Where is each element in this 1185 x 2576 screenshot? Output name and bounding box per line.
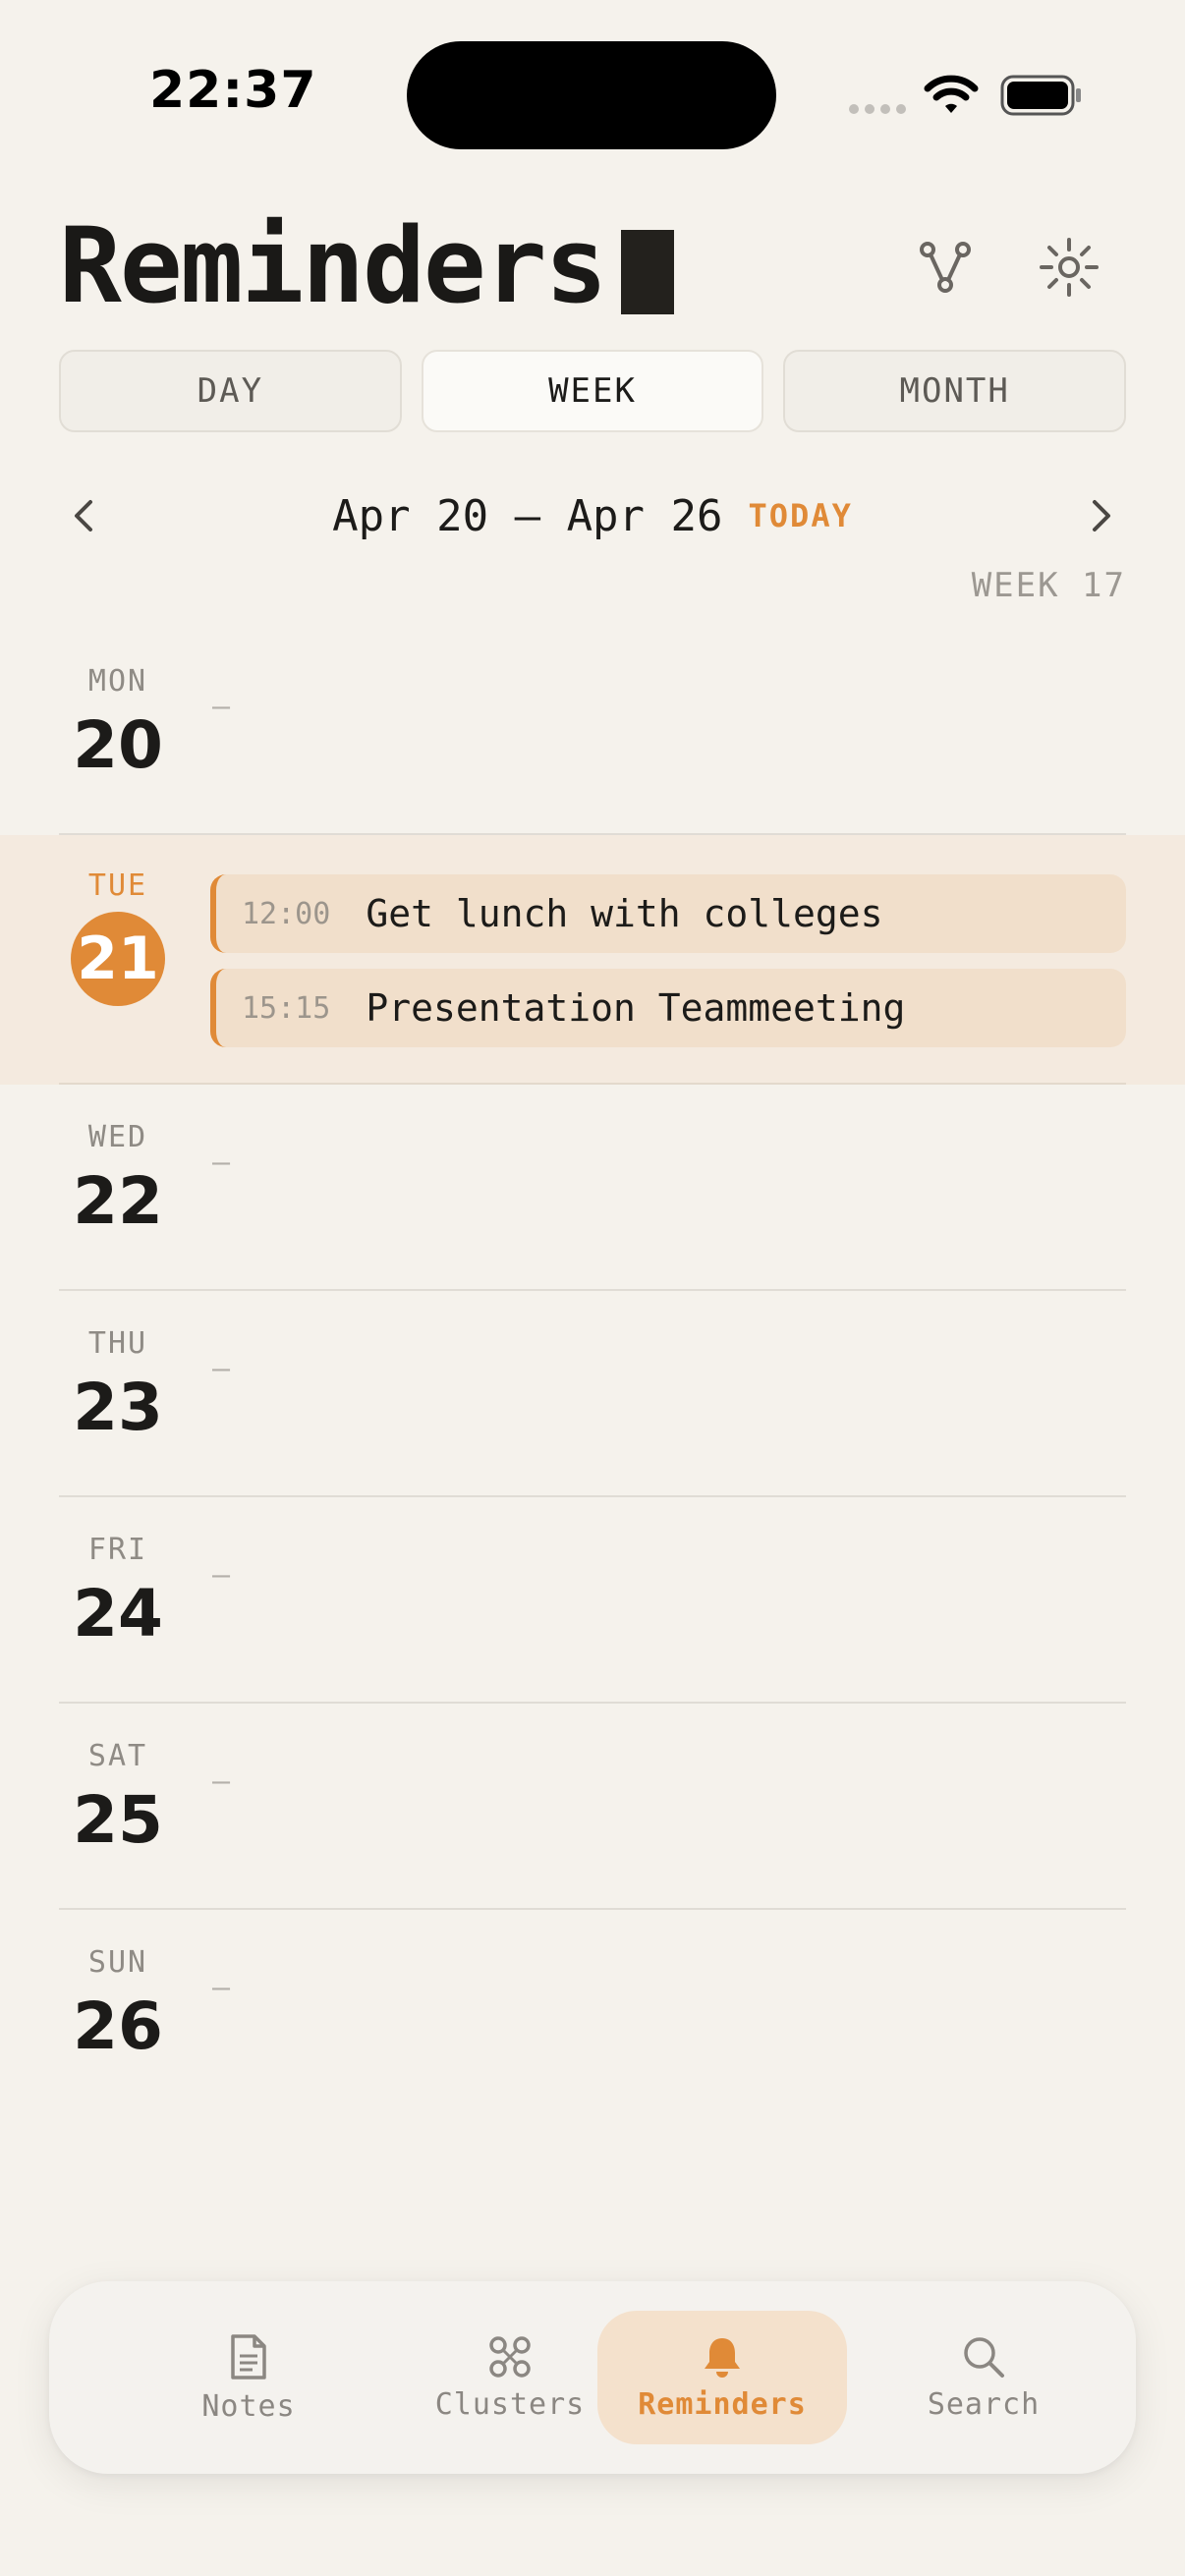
day-row-wed[interactable]: WED 22 —: [0, 1085, 1185, 1291]
settings-button[interactable]: [1030, 228, 1108, 307]
view-segmented-control: DAY WEEK MONTH: [59, 350, 1127, 432]
tab-search[interactable]: Search: [859, 2311, 1108, 2444]
day-name: WED: [87, 1120, 148, 1154]
day-row-sat[interactable]: SAT 25 —: [0, 1704, 1185, 1910]
day-row-fri[interactable]: FRI 24 —: [0, 1497, 1185, 1704]
empty-day-marker: —: [212, 1558, 231, 1593]
cellular-signal-icon: [849, 104, 906, 114]
tab-label: Search: [927, 2386, 1041, 2422]
wifi-icon: [924, 75, 979, 113]
day-number: 22: [73, 1163, 163, 1239]
chevron-left-icon: [75, 500, 92, 532]
day-number: 26: [73, 1988, 163, 2064]
notes-icon: [231, 2333, 266, 2380]
reminder-title: Get lunch with colleges: [366, 892, 883, 935]
branch-icon: [920, 242, 971, 293]
empty-day-marker: —: [212, 1971, 231, 2005]
tab-label: Clusters: [434, 2386, 586, 2422]
branch-button[interactable]: [906, 228, 985, 307]
today-button[interactable]: TODAY: [749, 497, 853, 534]
next-week-button[interactable]: [1077, 491, 1126, 540]
empty-day-marker: —: [212, 1352, 231, 1386]
tab-reminders[interactable]: Reminders: [597, 2311, 847, 2444]
week-day-list: MON 20 — TUE 21 12:00 Get lunch with col…: [0, 629, 1185, 2116]
reminder-time: 12:00: [242, 896, 331, 931]
chevron-right-icon: [1093, 500, 1110, 532]
empty-day-marker: —: [212, 690, 231, 724]
day-row-mon[interactable]: MON 20 —: [0, 629, 1185, 835]
day-number: 24: [73, 1576, 163, 1652]
page-title: Reminders: [59, 204, 675, 326]
tab-month[interactable]: MONTH: [783, 350, 1127, 432]
week-navigation: Apr 20 — Apr 26 TODAY: [59, 481, 1126, 550]
bell-icon: [705, 2337, 740, 2378]
status-bar: 22:37: [0, 0, 1185, 187]
reminder-time: 15:15: [242, 990, 331, 1026]
title-cursor: [621, 230, 675, 314]
today-date-badge: 21: [71, 912, 165, 1006]
day-row-thu[interactable]: THU 23 —: [0, 1291, 1185, 1497]
day-number: 20: [73, 707, 163, 783]
bottom-tab-bar: Notes Clusters Reminders Search: [49, 2281, 1136, 2474]
reminder-item[interactable]: 12:00 Get lunch with colleges: [210, 874, 1126, 953]
sun-settings-icon: [1040, 238, 1099, 297]
tab-day[interactable]: DAY: [59, 350, 402, 432]
reminder-item[interactable]: 15:15 Presentation Teammeeting: [210, 969, 1126, 1047]
empty-day-marker: —: [212, 1764, 231, 1799]
day-number: 23: [73, 1370, 163, 1445]
page-title-text: Reminders: [59, 204, 607, 326]
day-name: SAT: [87, 1739, 148, 1773]
reminder-title: Presentation Teammeeting: [366, 986, 906, 1030]
week-number-label: WEEK 17: [971, 566, 1126, 605]
dynamic-island: [407, 41, 776, 149]
day-row-tue-today[interactable]: TUE 21 12:00 Get lunch with colleges 15:…: [0, 835, 1185, 1085]
day-name: FRI: [87, 1533, 148, 1567]
day-name: SUN: [87, 1945, 148, 1980]
tab-week[interactable]: WEEK: [421, 350, 764, 432]
day-name: TUE: [87, 868, 148, 903]
empty-day-marker: —: [212, 1146, 231, 1180]
tab-label: Reminders: [638, 2386, 807, 2422]
search-icon: [964, 2336, 1004, 2378]
day-name: MON: [87, 664, 148, 699]
status-time: 22:37: [149, 61, 317, 120]
week-range: Apr 20 — Apr 26 TODAY: [59, 481, 1126, 550]
day-row-sun[interactable]: SUN 26 —: [0, 1910, 1185, 2116]
week-range-text: Apr 20 — Apr 26: [332, 490, 723, 541]
day-number: 25: [73, 1782, 163, 1858]
day-name: THU: [87, 1326, 148, 1361]
tab-notes[interactable]: Notes: [124, 2311, 373, 2444]
battery-icon: [1000, 75, 1081, 116]
previous-week-button[interactable]: [59, 491, 108, 540]
tab-label: Notes: [201, 2388, 296, 2424]
clusters-icon: [489, 2335, 531, 2378]
